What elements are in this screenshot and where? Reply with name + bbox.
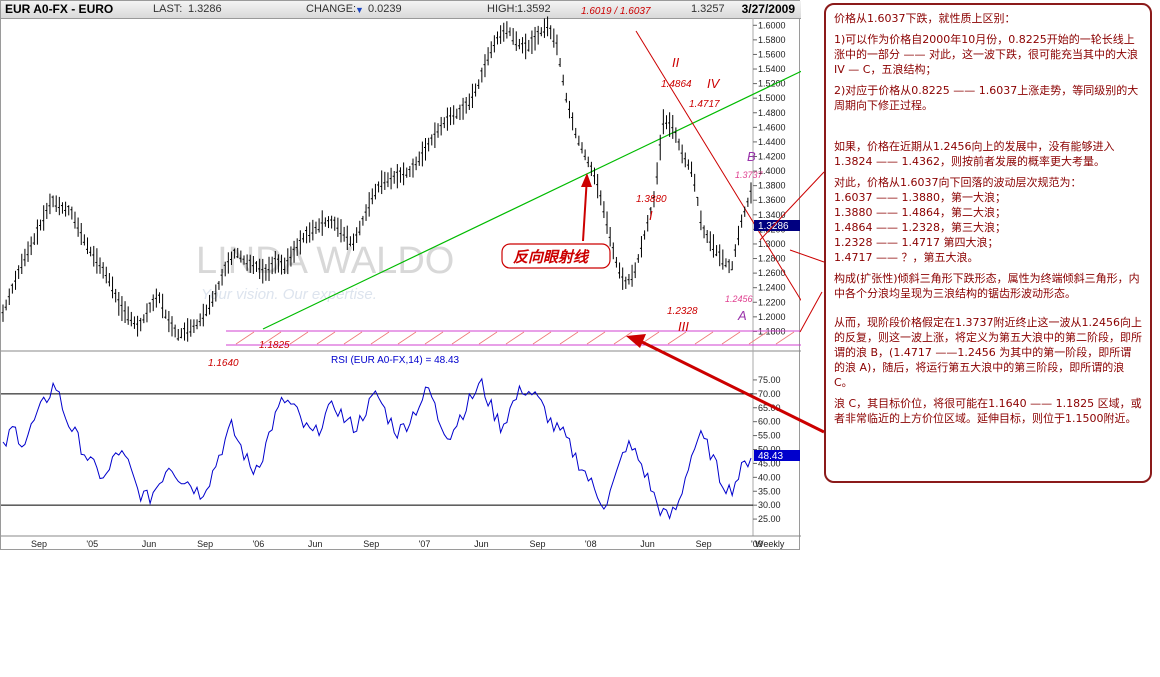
price-rsi-chart-svg: LINDA WALDO Your vision. Our expertise. … — [1, 6, 801, 549]
hatch-line — [640, 331, 660, 345]
price-tick-label: 1.4600 — [758, 122, 786, 132]
price-tick-label: 1.4200 — [758, 151, 786, 161]
x-tick-label: '06 — [253, 539, 265, 549]
price-tick-label: 1.2800 — [758, 254, 786, 264]
wave-label-I: I — [649, 208, 653, 223]
wave-label-II: II — [672, 55, 680, 70]
rsi-series — [2, 377, 752, 520]
hatch-line — [532, 331, 552, 345]
rsi-tick-label: 70.00 — [758, 389, 781, 399]
hatch-line — [343, 331, 363, 345]
watermark: LINDA WALDO — [196, 240, 454, 282]
wave-label-III: III — [678, 319, 689, 334]
price-tick-label: 1.2200 — [758, 297, 786, 307]
x-tick-label: Sep — [31, 539, 47, 549]
x-tick-label: Sep — [529, 539, 545, 549]
price-tick-label: 1.4800 — [758, 108, 786, 118]
note-p5: 对此，价格从1.6037向下回落的波动层次规范为： 1.6037 —— 1.38… — [834, 176, 1082, 264]
annotation-14717: 1.4717 — [689, 99, 720, 110]
note-p3: 2)对应于价格从0.8225 —— 1.6037上涨走势，等同级别的大周期向下修… — [834, 84, 1139, 112]
hatch-line — [478, 331, 498, 345]
note-pointer-line-3 — [799, 291, 823, 333]
annotation-12456: 1.2456 — [725, 294, 753, 304]
price-tick-label: 1.6000 — [758, 20, 786, 30]
price-tick-label: 1.2400 — [758, 283, 786, 293]
rsi-tick-label: 60.00 — [758, 417, 781, 427]
annotation-13737: 1.3737 — [735, 170, 764, 180]
note-p6: 构成(扩张性)倾斜三角形下跌形态，属性为终端倾斜三角形，内中各个分浪均呈现为三浪… — [834, 272, 1140, 300]
x-tick-label: Weekly — [755, 539, 785, 549]
rsi-last-text: 48.43 — [758, 451, 783, 462]
x-axis: Sep '05 Jun Sep '06 Jun Sep '07 Jun Sep '08 Jun Sep '… — [31, 539, 785, 549]
last-price-text: 1.3286 — [758, 221, 789, 232]
note-p2: 1)可以作为价格自2000年10月份，0.8225开始的一轮长线上涨中的一部分 … — [834, 33, 1138, 76]
rsi-tick-label: 55.00 — [758, 431, 781, 441]
rsi-tick-label: 65.00 — [758, 403, 781, 413]
rsi-tick-label: 40.00 — [758, 472, 781, 482]
hatch-line — [586, 331, 606, 345]
hatch-line — [289, 331, 309, 345]
hatch-line — [505, 331, 525, 345]
price-tick-label: 1.2000 — [758, 312, 786, 322]
hatch-line — [370, 331, 390, 345]
hatch-line — [721, 331, 741, 345]
note-p8: 浪 C，其目标价位，将很可能在1.1640 —— 1.1825 区域，或者非常临… — [834, 397, 1142, 425]
arrow-head-icon — [581, 173, 592, 187]
rsi-title: RSI (EUR A0-FX,14) = 48.43 — [331, 355, 460, 366]
wave-label-A: A — [737, 308, 747, 323]
analysis-notes-box: 价格从1.6037下跌，就性质上区别： 1)可以作为价格自2000年10月份，0… — [824, 3, 1152, 483]
rsi-tick-label: 30.00 — [758, 500, 781, 510]
hatch-line — [424, 331, 444, 345]
rsi-tick-label: 75.00 — [758, 375, 781, 385]
trend-label-text: 反向眼射线 — [513, 249, 590, 266]
price-tick-label: 1.3000 — [758, 239, 786, 249]
watermark-sub: Your vision. Our expertise. — [201, 286, 377, 303]
hatch-line — [559, 331, 579, 345]
annotation-13880: 1.3880 — [636, 194, 667, 205]
annotation-11640: 1.1640 — [208, 358, 239, 369]
annotation-12328: 1.2328 — [667, 306, 698, 317]
x-tick-label: Sep — [197, 539, 213, 549]
rsi-tick-label: 25.00 — [758, 514, 781, 524]
x-tick-label: Jun — [640, 539, 655, 549]
x-tick-label: '05 — [86, 539, 98, 549]
wave-label-B: B — [747, 149, 756, 164]
note-p7: 从而，现阶段价格假定在1.3737附近终止这一波从1.2456向上的反复，则这一… — [834, 316, 1142, 389]
note-p1: 价格从1.6037下跌，就性质上区别： — [834, 12, 1016, 25]
note-p4: 如果，价格在近期从1.2456向上的发展中，没有能够进入1.3824 —— 1.… — [834, 140, 1115, 168]
hatch-line — [316, 331, 336, 345]
wave-label-IV: IV — [707, 76, 721, 91]
price-tick-label: 1.5400 — [758, 64, 786, 74]
hatch-line — [613, 331, 633, 345]
price-tick-label: 1.3400 — [758, 210, 786, 220]
hatch-line — [235, 331, 255, 345]
chart-panel: EUR A0-FX - EURO LAST: 1.3286 CHANGE: ▼ … — [0, 0, 801, 550]
rsi-tick-label: 35.00 — [758, 486, 781, 496]
x-tick-label: Sep — [696, 539, 712, 549]
hatch-line — [451, 331, 471, 345]
annotation-14864: 1.4864 — [661, 79, 692, 90]
band-hatch — [235, 331, 795, 345]
price-tick-label: 1.3600 — [758, 195, 786, 205]
rsi-line — [2, 377, 752, 520]
x-tick-label: Sep — [363, 539, 379, 549]
x-tick-label: Jun — [142, 539, 157, 549]
price-tick-label: 1.3800 — [758, 181, 786, 191]
x-tick-label: '08 — [585, 539, 597, 549]
price-tick-label: 1.5800 — [758, 35, 786, 45]
descending-trendline — [635, 30, 801, 302]
price-tick-label: 1.4400 — [758, 137, 786, 147]
price-tick-label: 1.5600 — [758, 49, 786, 59]
x-tick-label: Jun — [474, 539, 489, 549]
x-tick-label: Jun — [308, 539, 323, 549]
hatch-line — [694, 331, 714, 345]
price-tick-label: 1.5000 — [758, 93, 786, 103]
x-tick-label: '07 — [419, 539, 431, 549]
hatch-line — [397, 331, 417, 345]
annotation-11825: 1.1825 — [259, 340, 290, 351]
price-tick-label: 1.2600 — [758, 268, 786, 278]
annotation-top: 1.6019 / 1.6037 — [581, 6, 651, 17]
rsi-axis: 75.0070.0065.0060.0055.0050.0045.0040.00… — [1, 375, 781, 524]
